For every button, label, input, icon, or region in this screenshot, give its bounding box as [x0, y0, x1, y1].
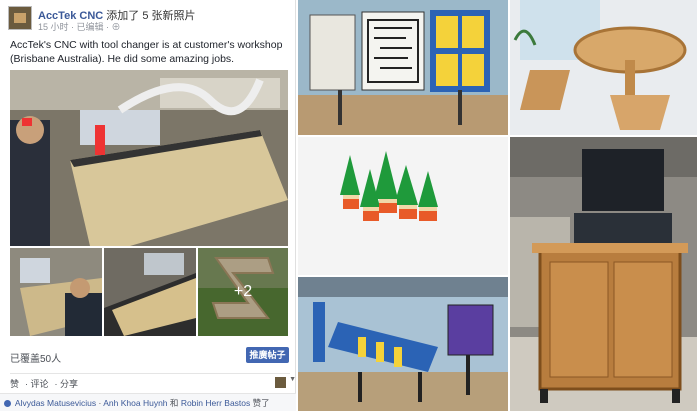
main-photo-cnc-machine[interactable]	[10, 70, 288, 246]
photo-wooden-furniture	[510, 0, 697, 135]
post-time[interactable]: 15 小时	[38, 22, 69, 32]
liker-2[interactable]: Anh Khoa Huynh	[103, 398, 167, 408]
thumb1-art	[10, 248, 102, 336]
photo-maze-boards	[298, 0, 508, 135]
liker-1[interactable]: Alvydas Matusevicius	[15, 398, 96, 408]
post-header: AccTek CNC 添加了 5 张新照片 15 小时 · 已编辑 · ⊕	[8, 6, 292, 32]
share-action[interactable]: 分享	[60, 379, 78, 389]
playground-art	[298, 277, 508, 411]
post-actions-bar: 赞 · 评论 · 分享 ▼	[10, 373, 296, 391]
comment-action[interactable]: 评论	[31, 379, 49, 389]
facebook-post-card: AccTek CNC 添加了 5 张新照片 15 小时 · 已编辑 · ⊕ Ac…	[0, 0, 296, 411]
page-avatar[interactable]	[8, 6, 32, 30]
cabinet-art	[510, 137, 697, 411]
page-selector-avatar[interactable]	[275, 377, 286, 388]
trees-art	[298, 137, 508, 275]
photo-playground-panels	[298, 277, 508, 411]
edited-label[interactable]: 已编辑	[77, 22, 104, 32]
globe-icon: ⊕	[111, 22, 121, 32]
maze-art	[298, 0, 508, 135]
furniture-art	[510, 0, 697, 135]
likers-conj: 和	[169, 398, 179, 408]
photo-wooden-trees	[298, 137, 508, 275]
liker-3[interactable]: Robin Herr Bastos	[181, 398, 250, 408]
thumb2-art	[104, 248, 196, 336]
post-caption: AccTek's CNC with tool changer is at cus…	[10, 39, 283, 65]
cnc-photo-art	[10, 70, 288, 246]
boost-post-button[interactable]: 推廣帖子	[246, 347, 289, 363]
likers-suffix: 赞了	[252, 398, 270, 408]
likers-line: Alvydas Matusevicius · Anh Khoa Huynh 和 …	[0, 393, 296, 411]
post-meta: 15 小时 · 已编辑 · ⊕	[38, 22, 121, 32]
thumbnail-3-more[interactable]: +2	[198, 248, 288, 336]
thumbnail-1[interactable]	[10, 248, 102, 336]
like-icon	[4, 400, 11, 408]
photo-wooden-cabinet	[510, 137, 697, 411]
reach-count[interactable]: 已覆盖50人	[10, 350, 61, 365]
caret-down-icon[interactable]: ▼	[289, 376, 296, 383]
more-photos-count: +2	[233, 283, 253, 300]
like-action[interactable]: 赞	[10, 379, 19, 389]
thumbnail-2[interactable]	[104, 248, 196, 336]
